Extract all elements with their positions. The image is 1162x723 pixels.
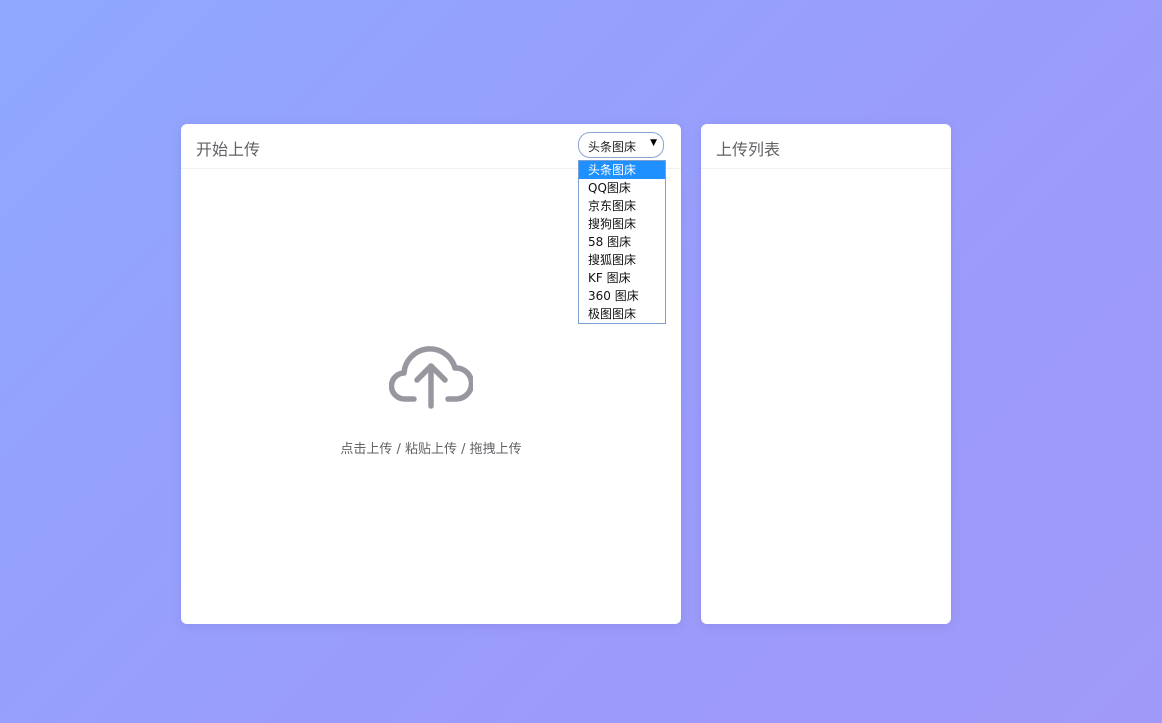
upload-list-header: 上传列表 bbox=[701, 124, 951, 169]
dropdown-option-sogou[interactable]: 搜狗图床 bbox=[579, 215, 665, 233]
dropdown-option-toutiao[interactable]: 头条图床 bbox=[579, 161, 665, 179]
dropdown-option-qq[interactable]: QQ图床 bbox=[579, 179, 665, 197]
triangle-down-icon: ▼ bbox=[650, 138, 657, 148]
dropdown-option-jitu[interactable]: 极图图床 bbox=[579, 305, 665, 323]
image-host-select[interactable]: 头条图床 ▼ bbox=[578, 132, 664, 158]
dropdown-option-sohu[interactable]: 搜狐图床 bbox=[579, 251, 665, 269]
upload-list-panel: 上传列表 bbox=[701, 124, 951, 624]
upload-panel-title: 开始上传 bbox=[196, 140, 261, 159]
dropdown-option-kf[interactable]: KF 图床 bbox=[579, 269, 665, 287]
upload-list-title: 上传列表 bbox=[716, 140, 781, 159]
upload-panel: 开始上传 头条图床 ▼ 头条图床 QQ图床 京东图床 搜狗图床 58 图床 搜狐… bbox=[181, 124, 681, 624]
image-host-select-value: 头条图床 bbox=[588, 140, 637, 154]
upload-panel-header: 开始上传 头条图床 ▼ 头条图床 QQ图床 京东图床 搜狗图床 58 图床 搜狐… bbox=[181, 124, 681, 324]
upload-hint-text: 点击上传 / 粘贴上传 / 拖拽上传 bbox=[340, 442, 522, 457]
image-host-dropdown: 头条图床 QQ图床 京东图床 搜狗图床 58 图床 搜狐图床 KF 图床 360… bbox=[578, 160, 666, 324]
cloud-upload-icon bbox=[389, 346, 473, 409]
dropdown-option-jd[interactable]: 京东图床 bbox=[579, 197, 665, 215]
dropdown-option-360[interactable]: 360 图床 bbox=[579, 287, 665, 305]
dropdown-option-58[interactable]: 58 图床 bbox=[579, 233, 665, 251]
